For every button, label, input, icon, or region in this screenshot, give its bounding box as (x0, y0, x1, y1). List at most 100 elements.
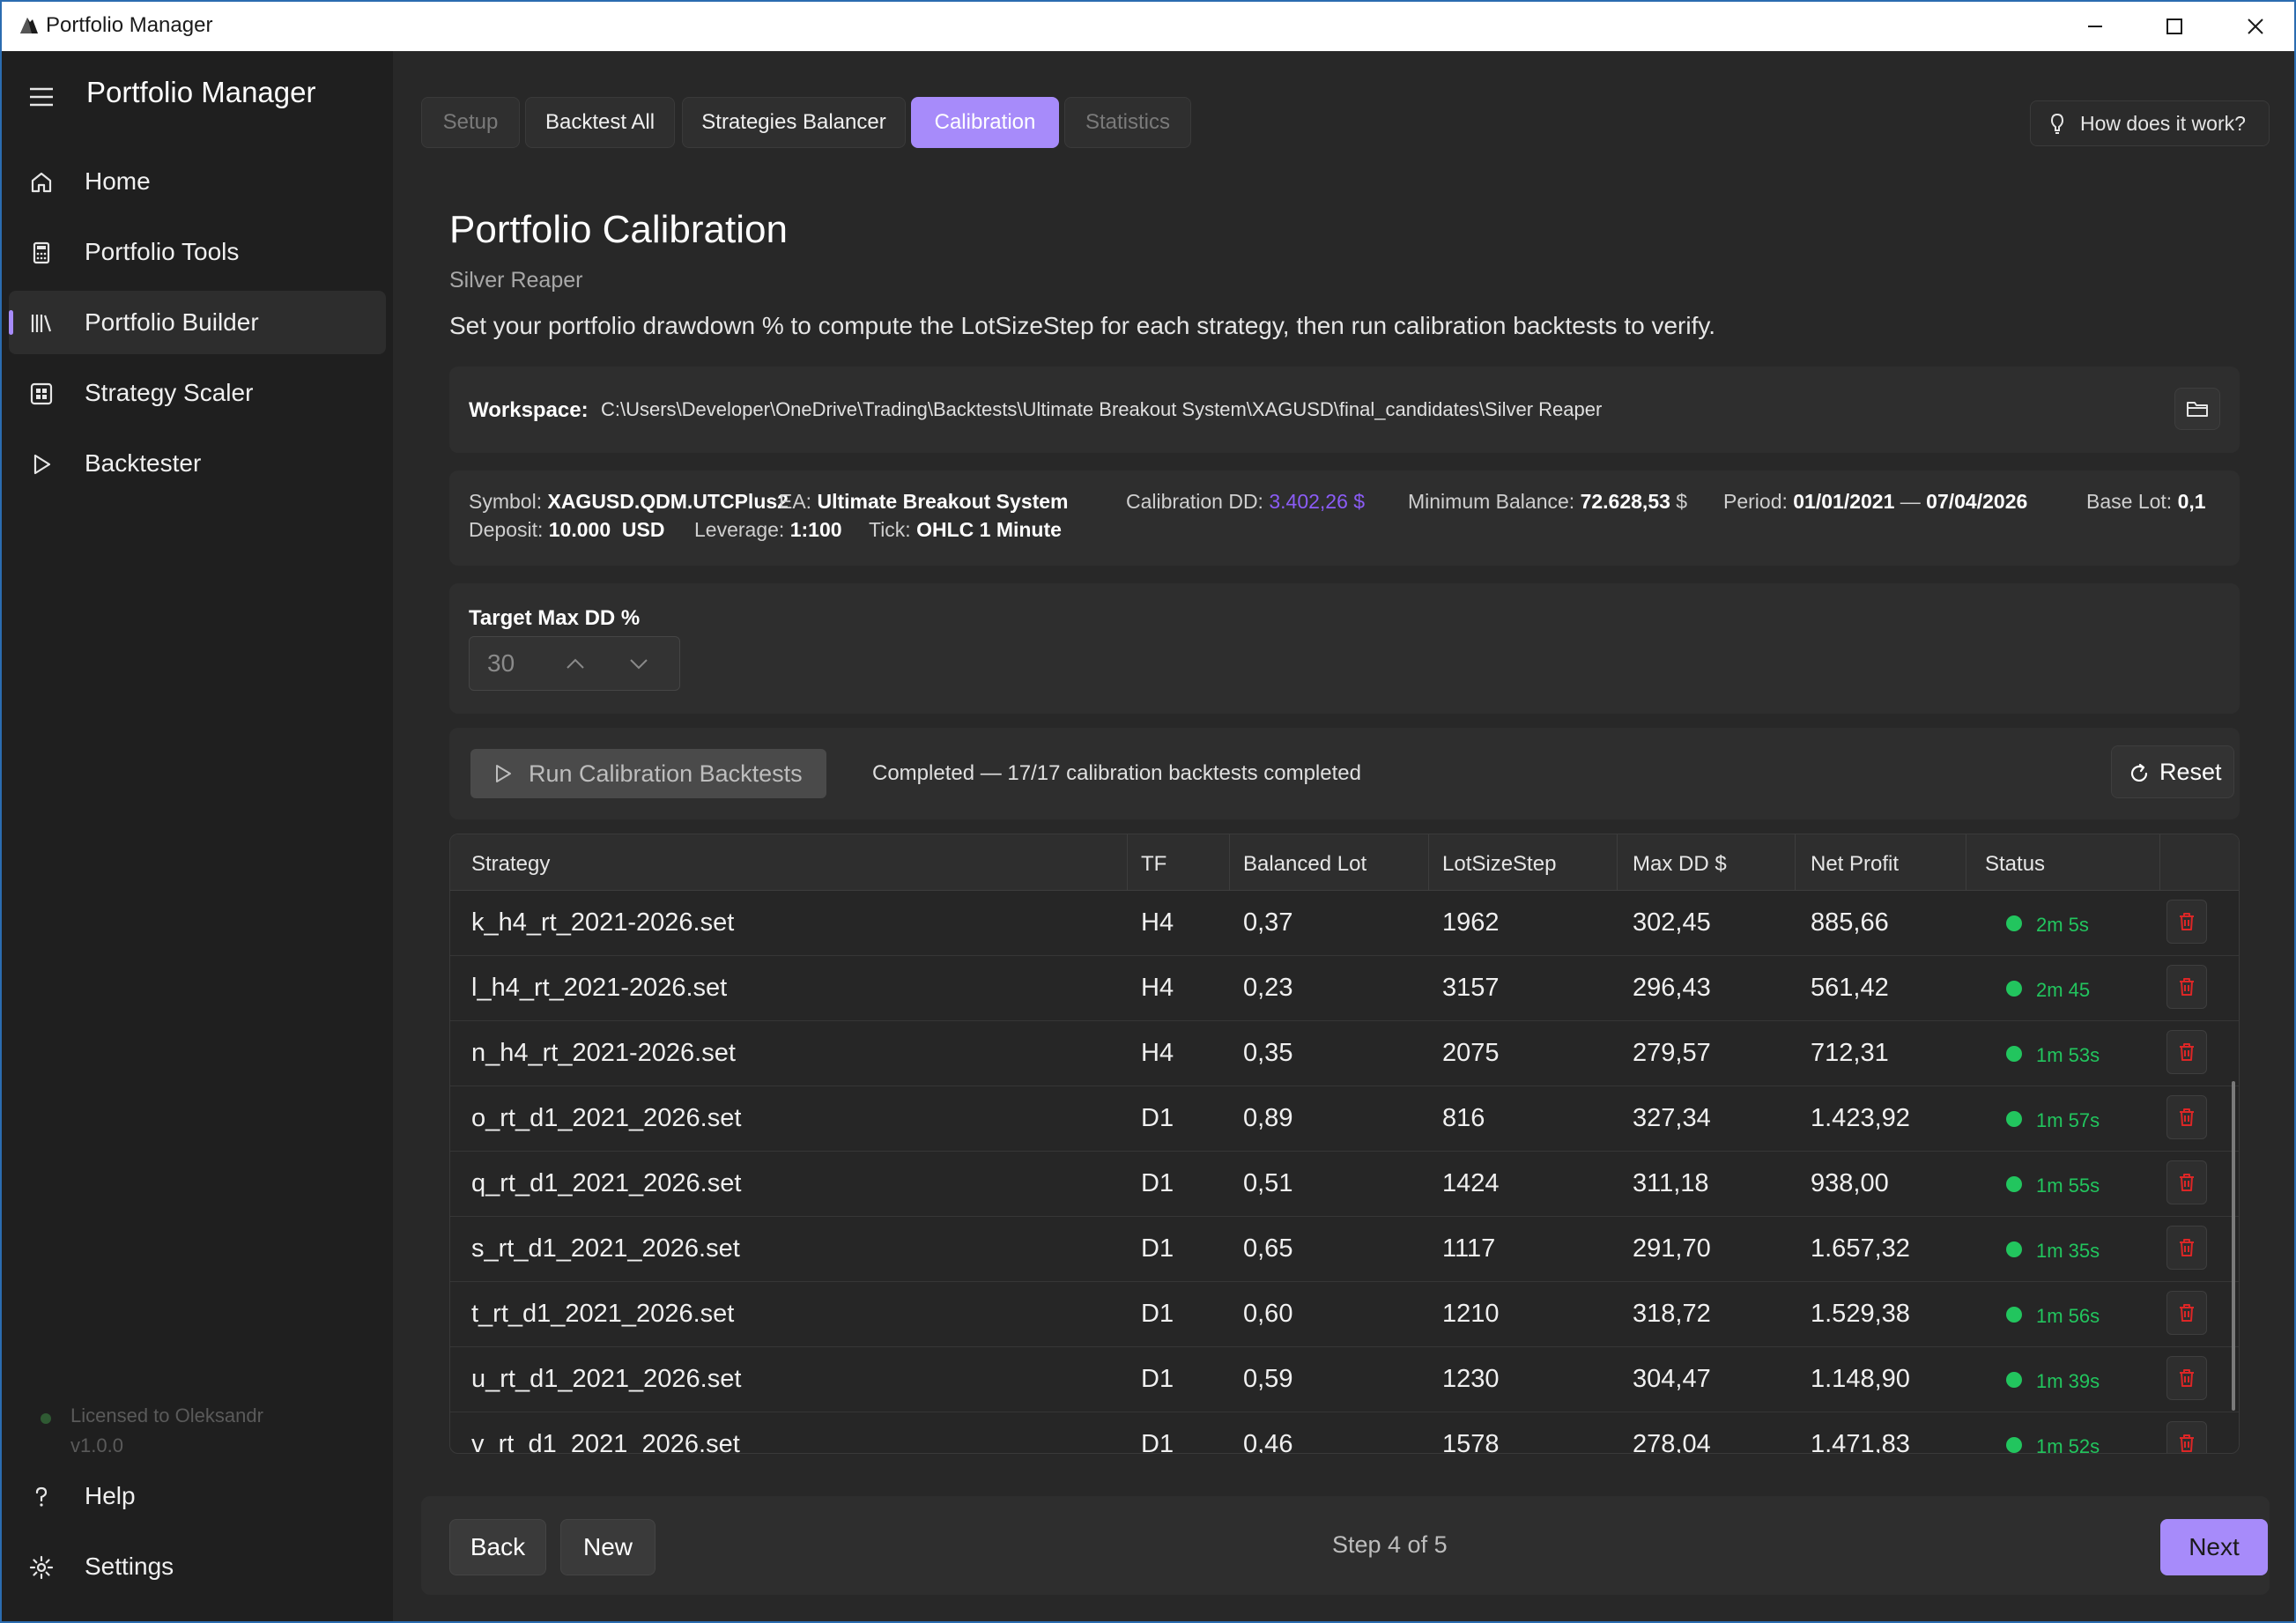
chevron-down-icon[interactable] (628, 655, 649, 672)
cell-step: 1117 (1442, 1234, 1496, 1263)
workspace-path: C:\Users\Developer\OneDrive\Trading\Back… (601, 398, 1603, 420)
maximize-button[interactable] (2134, 2, 2215, 51)
close-icon (2248, 19, 2263, 34)
hamburger-menu-icon[interactable] (26, 85, 56, 109)
cell-tf: D1 (1141, 1365, 1174, 1393)
minimize-button[interactable] (2055, 2, 2136, 51)
delete-row-button[interactable] (2166, 900, 2207, 944)
delete-row-button[interactable] (2166, 1421, 2207, 1453)
table-row[interactable]: k_h4_rt_2021-2026.set H4 0,37 1962 302,45 885… (450, 891, 2239, 956)
tab-label: Calibration (934, 110, 1036, 134)
reset-button[interactable]: Reset (2111, 745, 2234, 798)
how-does-it-work-button[interactable]: How does it work? (2030, 100, 2270, 146)
deposit-value: 10.000 (548, 518, 611, 541)
sidebar-item-portfolio-builder[interactable]: Portfolio Builder (9, 291, 386, 354)
target-dd-stepper[interactable]: 30 (469, 636, 680, 691)
sidebar-item-settings[interactable]: Settings (9, 1535, 386, 1598)
tab-strategies-balancer[interactable]: Strategies Balancer (682, 97, 906, 148)
table-row[interactable]: n_h4_rt_2021-2026.set H4 0,35 2075 279,57 712… (450, 1021, 2239, 1086)
cell-profit: 561,42 (1811, 974, 1889, 1002)
chevron-up-icon[interactable] (565, 655, 586, 672)
table-row[interactable]: s_rt_d1_2021_2026.set D1 0,65 1117 291,70 1.6… (450, 1217, 2239, 1282)
wizard-footer: Back New Step 4 of 5 Next (421, 1496, 2270, 1595)
column-header-status[interactable]: Status (1985, 852, 2045, 877)
delete-row-button[interactable] (2166, 1356, 2207, 1400)
base-lot-info: Base Lot: 0,1 (2086, 490, 2206, 513)
column-header-net-profit[interactable]: Net Profit (1811, 852, 1899, 877)
back-button[interactable]: Back (449, 1519, 546, 1575)
cell-step: 816 (1442, 1104, 1485, 1132)
cell-step: 1424 (1442, 1169, 1500, 1197)
cell-maxdd: 318,72 (1633, 1300, 1711, 1328)
period-info: Period: 01/01/2021 — 07/04/2026 (1723, 490, 2028, 513)
column-header-max-dd[interactable]: Max DD $ (1633, 852, 1727, 877)
delete-row-button[interactable] (2166, 1030, 2207, 1074)
sidebar-item-home[interactable]: Home (9, 150, 386, 213)
column-header-strategy[interactable]: Strategy (471, 852, 550, 877)
column-header-tf[interactable]: TF (1141, 852, 1167, 877)
delete-row-button[interactable] (2166, 1291, 2207, 1335)
trash-icon (2180, 1108, 2194, 1126)
next-button[interactable]: Next (2160, 1519, 2268, 1575)
tick-value: OHLC 1 Minute (916, 518, 1062, 541)
table-row[interactable]: o_rt_d1_2021_2026.set D1 0,89 816 327,34 1.42… (450, 1086, 2239, 1152)
cell-tf: D1 (1141, 1234, 1174, 1263)
sidebar: Portfolio Manager Home Portfolio Tools P… (2, 51, 393, 1621)
table-header: Strategy TF Balanced Lot LotSizeStep Max… (450, 834, 2239, 891)
table-row[interactable]: v_rt_d1_2021_2026.set D1 0,46 1578 278,04 1.4… (450, 1412, 2239, 1454)
table-row[interactable]: q_rt_d1_2021_2026.set D1 0,51 1424 311,18 938… (450, 1152, 2239, 1217)
new-button[interactable]: New (560, 1519, 655, 1575)
open-folder-button[interactable] (2174, 388, 2220, 430)
workspace-card: Workspace: C:\Users\Developer\OneDrive\T… (449, 367, 2240, 453)
target-dd-card: Target Max DD % 30 (449, 583, 2240, 714)
question-mark-icon (35, 1486, 48, 1507)
status-time: 1m 57s (2036, 1109, 2100, 1131)
tab-backtest-all[interactable]: Backtest All (525, 97, 675, 148)
active-indicator (9, 310, 13, 335)
run-calibration-button[interactable]: Run Calibration Backtests (470, 749, 826, 798)
tab-statistics[interactable]: Statistics (1064, 97, 1191, 148)
cell-lot: 0,37 (1243, 908, 1293, 937)
delete-row-button[interactable] (2166, 1160, 2207, 1204)
run-button-label: Run Calibration Backtests (529, 760, 803, 787)
status-dot-icon (2006, 1176, 2022, 1192)
column-header-balanced-lot[interactable]: Balanced Lot (1243, 852, 1366, 877)
tab-calibration[interactable]: Calibration (911, 97, 1059, 148)
table-row[interactable]: t_rt_d1_2021_2026.set D1 0,60 1210 318,72 1.5… (450, 1282, 2239, 1347)
title-bar: Portfolio Manager (2, 2, 2294, 51)
period-from: 01/01/2021 (1793, 490, 1895, 513)
table-scrollbar[interactable] (2232, 1081, 2235, 1411)
delete-row-button[interactable] (2166, 1095, 2207, 1139)
delete-row-button[interactable] (2166, 965, 2207, 1009)
column-header-lotsizestep[interactable]: LotSizeStep (1442, 852, 1556, 877)
cell-profit: 1.657,32 (1811, 1234, 1910, 1263)
cell-tf: H4 (1141, 908, 1174, 937)
cell-strategy: l_h4_rt_2021-2026.set (471, 974, 728, 1002)
tab-setup[interactable]: Setup (421, 97, 520, 148)
cell-strategy: u_rt_d1_2021_2026.set (471, 1365, 742, 1393)
cell-step: 1962 (1442, 908, 1500, 937)
sidebar-item-help[interactable]: Help (9, 1464, 386, 1528)
calculator-icon (33, 241, 50, 264)
cell-profit: 938,00 (1811, 1169, 1889, 1197)
table-row[interactable]: u_rt_d1_2021_2026.set D1 0,59 1230 304,47 1.1… (450, 1347, 2239, 1412)
sidebar-item-strategy-scaler[interactable]: Strategy Scaler (9, 361, 386, 425)
sidebar-item-backtester[interactable]: Backtester (9, 432, 386, 495)
lightbulb-icon (2050, 113, 2064, 134)
cell-strategy: n_h4_rt_2021-2026.set (471, 1039, 736, 1067)
period-to: 07/04/2026 (1926, 490, 2028, 513)
main-content: Setup Backtest All Strategies Balancer C… (393, 51, 2294, 1621)
trash-icon (2180, 1174, 2194, 1191)
sidebar-item-portfolio-tools[interactable]: Portfolio Tools (9, 220, 386, 284)
cell-lot: 0,23 (1243, 974, 1293, 1002)
cell-lot: 0,65 (1243, 1234, 1293, 1263)
close-button[interactable] (2215, 2, 2294, 51)
cell-maxdd: 291,70 (1633, 1234, 1711, 1263)
cell-strategy: v_rt_d1_2021_2026.set (471, 1430, 740, 1454)
table-row[interactable]: l_h4_rt_2021-2026.set H4 0,23 3157 296,43 561… (450, 956, 2239, 1021)
cell-step: 3157 (1442, 974, 1500, 1002)
sidebar-item-label: Strategy Scaler (85, 379, 254, 406)
delete-row-button[interactable] (2166, 1226, 2207, 1270)
status-dot-icon (2006, 915, 2022, 931)
sidebar-item-label: Portfolio Tools (85, 238, 240, 265)
